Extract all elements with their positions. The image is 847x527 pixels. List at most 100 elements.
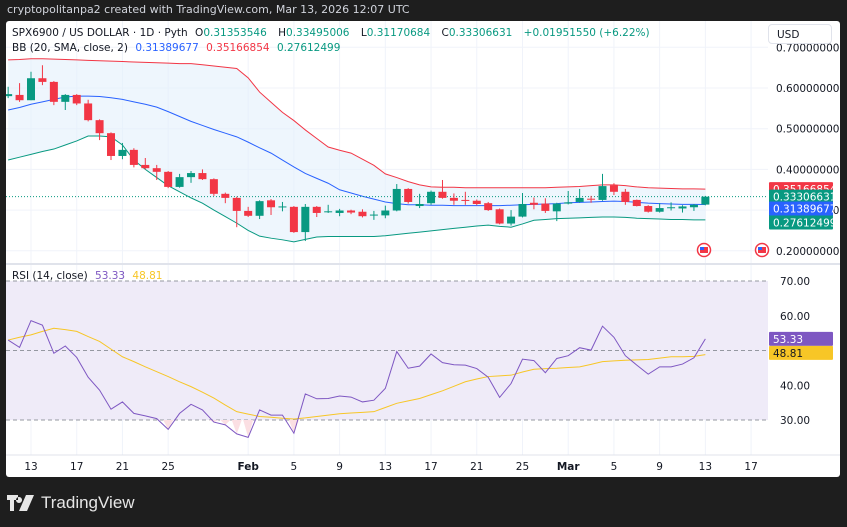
- candle: [632, 199, 641, 207]
- candle-body: [49, 81, 58, 102]
- us-event-flag-icon[interactable]: [696, 242, 712, 258]
- candle-body: [644, 206, 653, 212]
- logo-text: TradingView: [41, 493, 135, 512]
- candle-body: [175, 177, 184, 187]
- candle-body: [472, 200, 481, 204]
- candle-body: [667, 207, 676, 209]
- chart-header: cryptopolitanpa2 created with TradingVie…: [7, 3, 410, 16]
- rsi-ma-value-label: 48.81: [769, 345, 833, 360]
- symbol-title[interactable]: SPX6900 / US DOLLAR · 1D · Pyth: [12, 27, 188, 39]
- rsi-axis-label: 40.00: [780, 380, 810, 392]
- candle-body: [564, 202, 573, 204]
- bb-legend[interactable]: BB (20, SMA, close, 2) 0.31389677 0.3516…: [12, 42, 344, 54]
- candle-body: [38, 78, 47, 82]
- rsi-legend[interactable]: RSI (14, close) 53.33 48.81: [12, 270, 166, 282]
- candle-body: [301, 206, 310, 233]
- time-axis-label: 9: [656, 461, 663, 473]
- time-axis-label: 25: [161, 461, 174, 473]
- candle-body: [507, 216, 516, 224]
- candle-body: [529, 202, 538, 205]
- candle-body: [187, 173, 196, 178]
- candle: [72, 94, 81, 106]
- rsi-axis-label: 70.00: [780, 276, 810, 288]
- time-axis-label: 21: [116, 461, 129, 473]
- candle-body: [95, 120, 104, 134]
- bb-lower-price-label: 0.27612499: [769, 215, 836, 230]
- candle-body: [244, 210, 253, 216]
- candle-body: [392, 188, 401, 211]
- candle-body: [701, 196, 710, 205]
- time-axis-label: Feb: [237, 461, 259, 473]
- currency-button[interactable]: USD: [768, 24, 832, 44]
- candle-body: [255, 201, 264, 216]
- price-axis-label: 0.20000000: [776, 246, 839, 258]
- time-axis-label: 9: [336, 461, 343, 473]
- candle-body: [461, 199, 470, 201]
- candle: [484, 201, 493, 211]
- tradingview-logo-icon: [7, 495, 34, 511]
- candle-body: [689, 204, 698, 208]
- candle: [209, 178, 218, 196]
- time-axis-label: Mar: [557, 461, 581, 473]
- rsi-value-label-text: 53.33: [773, 334, 803, 346]
- candle-body: [209, 179, 218, 194]
- candle-body: [347, 210, 356, 213]
- candle-body: [678, 206, 687, 209]
- flag-canton: [758, 247, 762, 250]
- rsi-ma-value-label-text: 48.81: [773, 348, 803, 360]
- candle-body: [107, 133, 116, 156]
- candle: [598, 173, 607, 201]
- candle-body: [324, 211, 333, 213]
- candle-body: [84, 103, 93, 121]
- chart-panel[interactable]: 0.200000000.300000000.400000000.50000000…: [6, 21, 840, 477]
- flag-canton: [700, 247, 704, 250]
- rsi-ma-legend-value: 48.81: [132, 270, 163, 282]
- rsi-oversold-fill: [163, 420, 299, 438]
- bb-lower-price-label-text: 0.27612499: [773, 217, 836, 229]
- candle-body: [484, 203, 493, 211]
- candle-body: [335, 210, 344, 213]
- bb-basis-value: 0.31389677: [135, 42, 199, 54]
- candle-body: [552, 203, 561, 212]
- candle: [95, 119, 104, 141]
- candle-body: [415, 203, 424, 207]
- bb-lower-value: 0.27612499: [276, 42, 341, 54]
- candle-body: [278, 206, 287, 208]
- time-axis-label: 13: [379, 461, 392, 473]
- rsi-legend-value: 53.33: [95, 270, 126, 282]
- candle-body: [289, 206, 298, 233]
- candle: [289, 206, 298, 233]
- candle-body: [312, 206, 321, 213]
- candle-body: [575, 197, 584, 202]
- candle-body: [404, 188, 413, 202]
- candle-body: [587, 198, 596, 200]
- candle-body: [221, 193, 230, 198]
- candle-body: [369, 214, 378, 216]
- candle-body: [381, 210, 390, 216]
- candle: [495, 208, 504, 225]
- chart-canvas[interactable]: 0.200000000.300000000.400000000.50000000…: [6, 21, 840, 477]
- time-axis-label: 5: [291, 461, 298, 473]
- candle-body: [15, 94, 24, 101]
- candle-body: [632, 199, 641, 207]
- candle-body: [495, 209, 504, 224]
- time-axis-label: 13: [699, 461, 712, 473]
- rsi-axis-label: 60.00: [780, 311, 810, 323]
- candle-body: [6, 94, 13, 97]
- bb-basis-price-label-text: 0.31389677: [773, 203, 836, 215]
- time-axis-label: 17: [744, 461, 757, 473]
- candle-body: [61, 94, 70, 102]
- candle-body: [358, 211, 367, 217]
- time-axis-label: 17: [70, 461, 83, 473]
- rsi-axis-label: 30.00: [780, 415, 810, 427]
- price-axis-label: 0.40000000: [776, 164, 839, 176]
- us-event-flag-icon[interactable]: [754, 242, 770, 258]
- candle: [701, 195, 710, 206]
- time-axis-label: 5: [611, 461, 618, 473]
- price-axis-label: 0.50000000: [776, 124, 839, 136]
- candle: [107, 132, 116, 161]
- candle-body: [609, 185, 618, 192]
- bb-basis-price-label: 0.31389677: [769, 201, 836, 216]
- ohlc-high: H0.33495006: [278, 27, 350, 39]
- candle: [164, 171, 173, 189]
